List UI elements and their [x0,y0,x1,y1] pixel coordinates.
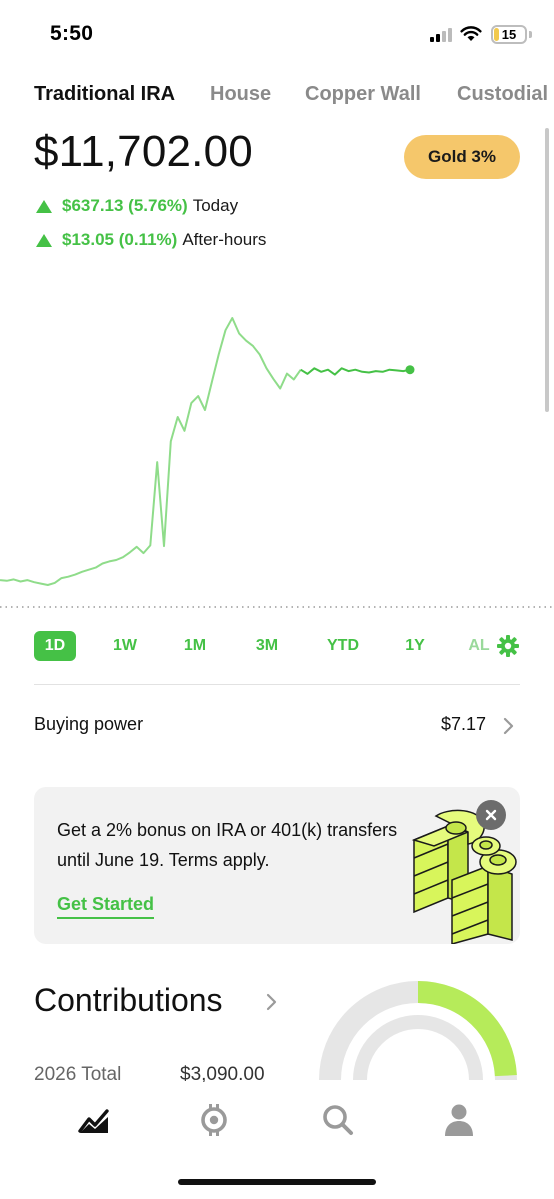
range-1w[interactable]: 1W [104,631,146,661]
up-arrow-icon [36,233,52,247]
tab-house[interactable]: House [210,83,271,106]
investing-chart-icon [78,1109,109,1133]
wifi-icon [460,26,482,41]
gear-icon[interactable] [496,634,520,658]
today-change: $637.13 (5.76%) Today [36,196,238,216]
range-1d[interactable]: 1D [34,631,76,661]
range-1y[interactable]: 1Y [394,631,436,661]
search-icon [323,1105,353,1135]
chart-line-after-hours [300,367,411,376]
today-change-amount: $637.13 (5.76%) [62,196,188,215]
chart-line-regular-hours [0,317,302,586]
contributions-gauge [319,981,517,1081]
buying-power-label: Buying power [34,714,144,734]
today-change-label: Today [192,196,239,215]
range-tabs: 1D 1W 1M 3M YTD 1Y AL [34,631,520,661]
gold-badge-button[interactable]: Gold 3% [404,135,520,179]
portfolio-balance: $11,702.00 [34,127,253,176]
range-ytd[interactable]: YTD [320,631,366,661]
contributions-title[interactable]: Contributions [34,982,223,1019]
nav-crypto[interactable] [194,1100,234,1140]
range-3m[interactable]: 3M [246,631,288,661]
crypto-icon [201,1104,227,1136]
buying-power-value: $7.17 [440,714,486,734]
range-1m[interactable]: 1M [174,631,216,661]
bottom-navigation [0,1090,554,1150]
battery-percentage: 15 [501,27,517,42]
contribution-total-row: 2026 Total $3,090.00 [34,1060,334,1082]
after-hours-label: After-hours [182,230,267,249]
nav-search[interactable] [318,1100,358,1140]
tab-copper-wall[interactable]: Copper Wall [305,83,421,106]
contribution-year-label: 2026 Total [34,1064,122,1082]
battery-icon: 15 [491,25,527,44]
tab-custodial[interactable]: Custodial [457,83,548,106]
buying-power-row[interactable]: Buying power $7.17 [34,711,520,741]
tab-traditional-ira[interactable]: Traditional IRA [34,83,175,106]
status-time: 5:50 [50,22,94,45]
after-hours-change: $13.05 (0.11%) After-hours [36,230,266,250]
cellular-signal-icon [430,28,454,42]
nav-account[interactable] [439,1100,479,1140]
chevron-right-icon [503,717,514,735]
promo-text: Get a 2% bonus on IRA or 401(k) transfer… [57,820,398,870]
home-indicator [178,1179,376,1185]
get-started-link[interactable]: Get Started [57,894,155,919]
close-promo-button[interactable] [476,800,506,830]
after-hours-amount: $13.05 (0.11%) [62,230,178,249]
gauge-inner-ring [353,1015,483,1081]
up-arrow-icon [36,199,52,213]
account-tabs: Traditional IRA House Copper Wall Custod… [34,83,554,111]
divider [34,684,520,685]
range-all[interactable]: AL [464,631,494,661]
close-icon [485,809,497,821]
account-person-icon [445,1104,473,1136]
transfer-bonus-card[interactable]: Get a 2% bonus on IRA or 401(k) transfer… [34,787,520,944]
chevron-right-icon[interactable] [265,992,278,1012]
nav-investing[interactable] [74,1100,114,1140]
price-chart[interactable] [0,300,554,620]
chart-last-point [405,365,415,375]
contribution-total-value: $3,090.00 [180,1064,265,1082]
battery-nub [529,31,532,38]
status-bar: 5:50 15 [0,0,554,70]
